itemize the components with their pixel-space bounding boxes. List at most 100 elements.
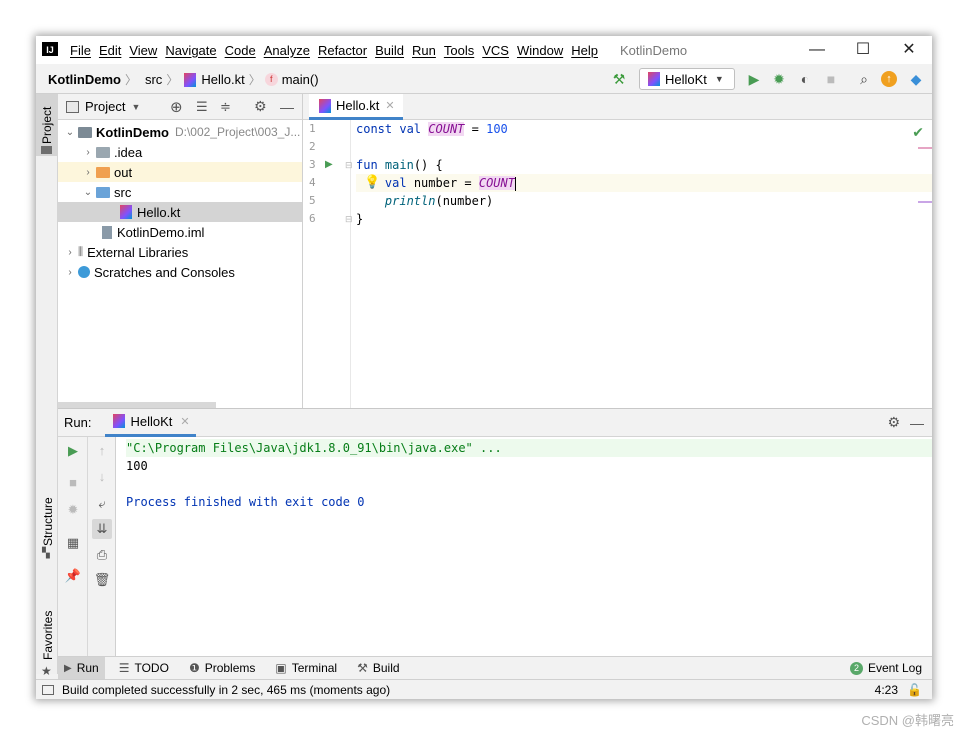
error-stripe-mark[interactable]	[918, 201, 932, 203]
hide-icon[interactable]: —	[280, 99, 294, 115]
menu-refactor[interactable]: Refactor	[318, 43, 367, 58]
fold-icon[interactable]: ⊟	[345, 210, 353, 228]
stop-icon[interactable]: ■	[822, 70, 840, 88]
close-tab-icon[interactable]: ✕	[180, 415, 189, 428]
tree-root-kotlindemo[interactable]: ⌄ KotlinDemo D:\002_Project\003_J...	[58, 122, 302, 142]
folder-icon	[41, 146, 52, 154]
kotlin-file-icon	[184, 72, 197, 87]
tree-item-src[interactable]: ⌄ src	[58, 182, 302, 202]
caret-position[interactable]: 4:23	[875, 683, 898, 697]
menu-analyze[interactable]: Analyze	[264, 43, 310, 58]
tree-item-out[interactable]: › out	[58, 162, 302, 182]
run-tab-hellokt[interactable]: HelloKt ✕	[105, 409, 196, 437]
trash-icon[interactable]: 🗑	[92, 570, 112, 590]
menu-help[interactable]: Help	[571, 43, 598, 58]
code-area[interactable]: const val COUNT = 100 fun main() { val n…	[356, 120, 932, 228]
tree-item-idea[interactable]: › .idea	[58, 142, 302, 162]
event-count-badge: 2	[849, 661, 863, 675]
project-view-selector[interactable]: Project	[85, 99, 125, 114]
tool-tab-structure[interactable]: Structure	[41, 497, 55, 546]
scroll-to-end-icon[interactable]: ⇊	[92, 519, 112, 539]
debug-icon[interactable]: ✹	[63, 500, 83, 520]
chevron-down-icon[interactable]: ▼	[131, 102, 140, 112]
kotlin-file-icon	[113, 414, 126, 428]
fold-icon[interactable]: ⊟	[345, 156, 353, 174]
soft-wrap-icon[interactable]: ⤶	[92, 494, 112, 514]
tool-button-run[interactable]: ▶ Run	[58, 657, 105, 679]
arrow-down-icon[interactable]: ↓	[92, 467, 112, 487]
maximize-button[interactable]: ☐	[840, 36, 886, 64]
breadcrumb-file[interactable]: Hello.kt	[201, 72, 244, 87]
menu-navigate[interactable]: Navigate	[165, 43, 216, 58]
run-configuration-dropdown[interactable]: HelloKt ▼	[639, 68, 735, 90]
jetbrains-toolbox-icon[interactable]: ◆	[907, 70, 925, 88]
chevron-right-icon: ›	[86, 146, 90, 158]
hide-icon[interactable]: —	[910, 415, 924, 431]
minimize-button[interactable]: —	[794, 36, 840, 64]
error-stripe-mark[interactable]	[918, 147, 932, 149]
gear-icon[interactable]: ⚙	[887, 414, 900, 431]
build-hammer-icon[interactable]: ⚒	[610, 70, 628, 88]
tree-item-hello-kt[interactable]: Hello.kt	[58, 202, 302, 222]
tool-button-build[interactable]: ⚒ Build	[357, 661, 399, 675]
collapse-all-icon[interactable]: ≑	[220, 99, 231, 115]
breadcrumb-src[interactable]: src	[145, 72, 162, 87]
stop-icon[interactable]: ■	[63, 473, 83, 493]
layout-icon[interactable]: ▦	[63, 533, 83, 553]
console-line-command: "C:\Program Files\Java\jdk1.8.0_91\bin\j…	[126, 439, 932, 457]
tree-item-scratches[interactable]: › Scratches and Consoles	[58, 262, 302, 282]
coverage-icon[interactable]: ◐	[796, 70, 814, 88]
run-gutter-icon[interactable]: ▶	[325, 156, 333, 174]
line-number: 2	[309, 140, 316, 153]
window-title: KotlinDemo	[619, 42, 688, 58]
tool-tab-project[interactable]: Project	[40, 107, 54, 144]
tool-tab-favorites[interactable]: Favorites	[41, 611, 55, 660]
breadcrumb-project[interactable]: KotlinDemo	[48, 72, 121, 87]
search-icon[interactable]: ⌕	[855, 70, 873, 88]
menu-tools[interactable]: Tools	[444, 43, 474, 58]
lock-icon[interactable]: 🔓	[907, 683, 922, 697]
run-icon[interactable]: ▶	[745, 70, 763, 88]
toggle-tool-windows-icon[interactable]	[42, 684, 54, 695]
tree-item-external-libraries[interactable]: › ⫼ External Libraries	[58, 242, 302, 262]
locate-icon[interactable]: ⊕	[170, 98, 183, 116]
tool-button-todo[interactable]: ☰ TODO	[119, 661, 169, 675]
tool-button-problems[interactable]: ❶ Problems	[189, 661, 255, 675]
gear-icon[interactable]: ⚙	[254, 98, 267, 115]
expand-all-icon[interactable]: ☰	[196, 99, 208, 115]
code-editor: Hello.kt ✕ 1 2 3 4 5 6 ▶ ⊟ ⊟ const val C…	[303, 94, 932, 408]
project-view-icon	[66, 100, 79, 113]
tool-button-label: Build	[372, 661, 400, 675]
menu-vcs[interactable]: VCS	[482, 43, 509, 58]
tree-item-kotlindemo-iml[interactable]: KotlinDemo.iml	[58, 222, 302, 242]
print-icon[interactable]: ⎙	[92, 545, 112, 565]
console-output[interactable]: "C:\Program Files\Java\jdk1.8.0_91\bin\j…	[126, 439, 932, 511]
rerun-icon[interactable]: ▶	[63, 441, 83, 461]
constant: COUNT	[428, 122, 465, 136]
tool-button-terminal[interactable]: ▣ Terminal	[275, 661, 337, 675]
close-button[interactable]: ✕	[886, 36, 932, 64]
arrow-up-icon[interactable]: ↑	[92, 441, 112, 461]
inspection-ok-icon[interactable]: ✔	[912, 124, 924, 141]
pin-icon[interactable]: 📌	[63, 566, 83, 586]
menu-build[interactable]: Build	[375, 43, 404, 58]
menu-code[interactable]: Code	[225, 43, 256, 58]
menu-edit[interactable]: Edit	[99, 43, 121, 58]
editor-tab-label: Hello.kt	[336, 98, 380, 113]
tool-button-label: Problems	[204, 661, 256, 675]
editor-tab-hello-kt[interactable]: Hello.kt ✕	[309, 94, 403, 120]
menu-window[interactable]: Window	[517, 43, 563, 58]
project-panel: Project ▼ ⊕ ☰ ≑ ⚙ — ⌄ KotlinDemo D:\002_…	[58, 94, 303, 408]
debug-icon[interactable]: ✹	[770, 70, 788, 88]
update-icon[interactable]: ↑	[881, 71, 897, 87]
menu-run[interactable]: Run	[412, 43, 436, 58]
run-tool-window: Run: HelloKt ✕ ⚙ — ▶ ■ ✹ ▦ 📌 ↑ ↓ ⤶ ⇊ ⎙ 🗑…	[58, 408, 932, 657]
menu-file[interactable]: File	[70, 43, 91, 58]
event-log-button[interactable]: 2 Event Log	[849, 661, 922, 675]
menu-view[interactable]: View	[129, 43, 157, 58]
code-text: number =	[406, 176, 479, 190]
breadcrumb-function[interactable]: main()	[282, 72, 319, 87]
lightbulb-icon[interactable]: 💡	[364, 174, 380, 192]
close-tab-icon[interactable]: ✕	[385, 99, 394, 112]
status-message[interactable]: Build completed successfully in 2 sec, 4…	[62, 683, 390, 697]
